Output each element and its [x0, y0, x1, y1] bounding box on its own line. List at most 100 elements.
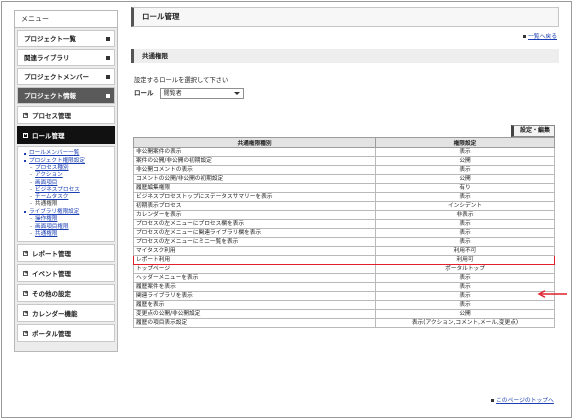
sidebar-item-label: ロール管理 [32, 132, 65, 140]
permission-type-cell: 関連ライブラリを表示 [133, 291, 376, 301]
settings-edit-button[interactable]: 設定・編集 [510, 125, 555, 137]
table-row: マイタスク利用 利用不可 [133, 246, 555, 256]
back-to-list-link[interactable]: 一覧へ戻る [523, 31, 557, 40]
sidebar-item-role-management[interactable]: - ロール管理 [17, 126, 115, 144]
sidebar-item-label: プロセス管理 [32, 112, 71, 120]
sidebar-item-label: その他の設定 [32, 290, 71, 299]
table-body: 非公開案件の表示 表示 案件の公開/非公開の初期設定 公開 非公開コメントの表示 表示 コメ… [133, 147, 555, 328]
permission-value-cell: 表示 [375, 300, 555, 310]
permission-type-cell: 履歴編集権限 [133, 183, 376, 193]
expand-plus-icon: + [23, 290, 29, 297]
table-row: 変更点の公開/非公開設定 公開 [133, 309, 555, 319]
permission-type-cell: 案件の公開/非公開の初期設定 [133, 156, 376, 166]
section-title: 共通権限 [131, 49, 559, 63]
tree-link-action[interactable]: アクション [24, 172, 114, 180]
permission-type-cell: トップページ [133, 264, 376, 274]
permission-type-cell: 初期表示プロセス [133, 201, 376, 211]
permission-type-cell: プロセスの左メニューに関連ライブラリ欄を表示 [133, 228, 376, 238]
permission-value-cell: 表示 [375, 228, 555, 238]
sidebar-item-process-management[interactable]: + プロセス管理 [17, 106, 115, 124]
permission-value-cell: 公開 [375, 309, 555, 319]
square-icon [106, 56, 110, 60]
table-header-row: 共通権限種別 権限設定 [133, 137, 555, 148]
sidebar-item-event-management[interactable]: + イベント管理 [17, 264, 115, 283]
tree-link-project-permission[interactable]: プロジェクト権限設定 [24, 158, 114, 166]
tree-link-role-members[interactable]: ロールメンバー一覧 [24, 150, 114, 158]
expand-plus-icon: + [23, 330, 29, 337]
table-row: カレンダーを表示 非表示 [133, 210, 555, 220]
sidebar-item-label: レポート管理 [32, 250, 71, 259]
page-title: ロール管理 [131, 7, 559, 27]
sidebar-item-project-info[interactable]: プロジェクト情報 [17, 87, 115, 104]
permission-value-cell: 表示 [375, 165, 555, 175]
sidebar-item-label: 関連ライブラリ [24, 54, 70, 62]
permission-value-cell: 表示 [375, 147, 555, 157]
sidebar-item-other-settings[interactable]: + その他の設定 [17, 284, 115, 303]
column-header-permission-setting: 権限設定 [375, 137, 555, 148]
sidebar-item-portal-management[interactable]: + ポータル管理 [17, 324, 115, 343]
permission-type-cell: マイタスク利用 [133, 246, 376, 256]
table-row: 非公開案件の表示 表示 [133, 147, 555, 157]
permission-type-cell: 変更点の公開/非公開設定 [133, 309, 376, 319]
permission-type-cell: コメントの公開/非公開の初期設定 [133, 174, 376, 184]
sidebar-item-label: プロジェクト一覧 [24, 35, 76, 43]
tree-link-screen-item-permission[interactable]: 画面項目権限 [24, 224, 114, 232]
permission-type-cell: 履歴案件を表示 [133, 282, 376, 292]
sidebar-item-label: プロジェクトメンバー [24, 73, 89, 81]
table-row: 関連ライブラリを表示 表示 [133, 291, 555, 301]
role-select-prompt: 設定するロールを選択して下さい [134, 77, 229, 84]
permission-value-cell: インシデント [375, 201, 555, 211]
sidebar-menu: メニュー プロジェクト一覧 関連ライブラリ プロジェクトメンバー プロジェクト情… [14, 10, 118, 352]
page-top-link[interactable]: このページのトップへ [491, 395, 554, 404]
common-permission-table: 共通権限種別 権限設定 非公開案件の表示 表示 案件の公開/非公開の初期設定 公開 非公… [133, 137, 555, 328]
permission-value-cell: 非表示 [375, 210, 555, 220]
table-row: 履歴を表示 表示 [133, 300, 555, 310]
square-icon [523, 35, 526, 38]
permission-type-cell: 非公開案件の表示 [133, 147, 376, 157]
tree-item-common-permission-current: 共通権限 [24, 201, 114, 209]
sidebar-item-calendar[interactable]: + カレンダー機能 [17, 304, 115, 323]
collapse-minus-icon: - [23, 132, 28, 138]
permission-value-cell: 表示 [375, 237, 555, 247]
sidebar-item-report-management[interactable]: + レポート管理 [17, 244, 115, 263]
permission-value-cell: 表示 [375, 282, 555, 292]
table-row: プロセスの左メニューにプロセス欄を表示 表示 [133, 219, 555, 229]
sidebar-item-label: プロジェクト情報 [24, 92, 76, 100]
table-row: プロセスの左メニューにミニ一覧を表示 表示 [133, 237, 555, 247]
role-submenu-tree: ロールメンバー一覧 プロジェクト権限設定 プロセス種別 アクション 画面項目 ビ… [17, 146, 115, 243]
permission-value-cell: 公開 [375, 156, 555, 166]
square-icon [106, 75, 110, 79]
sidebar-item-project-members[interactable]: プロジェクトメンバー [17, 68, 115, 85]
expand-plus-icon: + [23, 310, 29, 317]
table-row: 非公開コメントの表示 表示 [133, 165, 555, 175]
permission-value-cell: 公開 [375, 174, 555, 184]
red-arrow-annotation [537, 290, 567, 298]
tree-link-screen-item[interactable]: 画面項目 [24, 180, 114, 188]
table-row: 履歴編集権限 有り [133, 183, 555, 193]
permission-value-cell: 利用可 [375, 255, 555, 265]
sidebar-item-label: イベント管理 [32, 270, 71, 279]
permission-type-cell: レポート利用 [133, 255, 376, 265]
expand-plus-icon: + [23, 270, 29, 277]
permission-value-cell: 表示 [375, 291, 555, 301]
table-row: トップページ ポータルトップ [133, 264, 555, 274]
permission-value-cell: 表示 [375, 219, 555, 229]
tree-link-library-common-permission[interactable]: 共通権限 [24, 231, 114, 239]
permission-type-cell: プロセスの左メニューにミニ一覧を表示 [133, 237, 376, 247]
table-row: レポート利用 利用可 [133, 255, 555, 265]
permission-value-cell: 表示(アクション,コメント,メール,変更点) [375, 318, 555, 328]
sidebar-item-related-library[interactable]: 関連ライブラリ [17, 49, 115, 66]
role-select[interactable]: 閲覧者 [159, 87, 244, 99]
table-row: コメントの公開/非公開の初期設定 公開 [133, 174, 555, 184]
permission-type-cell: カレンダーを表示 [133, 210, 376, 220]
permission-value-cell: 有り [375, 183, 555, 193]
permission-value-cell: 表示 [375, 192, 555, 202]
table-row: 案件の公開/非公開の初期設定 公開 [133, 156, 555, 166]
permission-type-cell: ビジネスプロセストップにステータスサマリーを表示 [133, 192, 376, 202]
table-row: プロセスの左メニューに関連ライブラリ欄を表示 表示 [133, 228, 555, 238]
table-row: 初期表示プロセス インシデント [133, 201, 555, 211]
role-select-row: ロール 閲覧者 [134, 87, 244, 99]
sidebar-item-project-list[interactable]: プロジェクト一覧 [17, 30, 115, 47]
tree-link-operation-permission[interactable]: 操作権限 [24, 216, 114, 224]
back-link-label: 一覧へ戻る [528, 34, 557, 40]
